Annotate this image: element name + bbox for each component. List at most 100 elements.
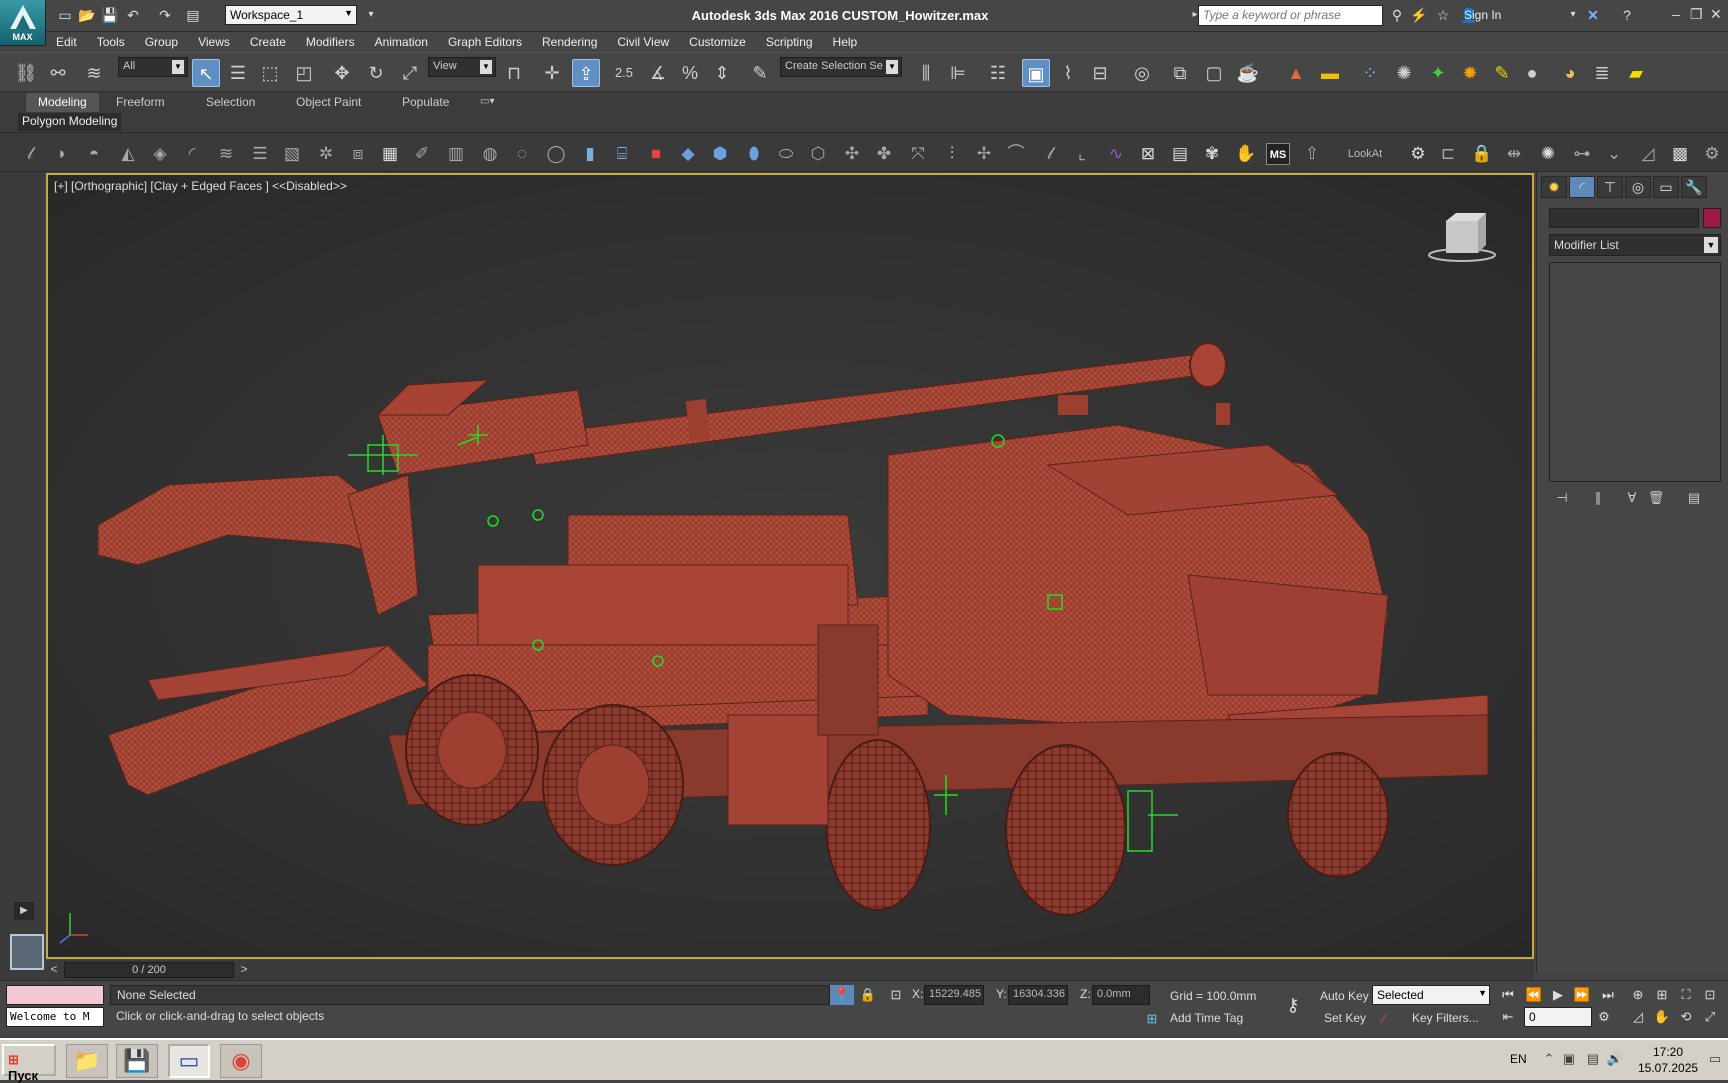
z-coordinate-field[interactable]: 0.0mm (1092, 985, 1150, 1005)
schematic-view-icon[interactable]: ⊟ (1086, 59, 1114, 87)
taskbar-explorer[interactable]: 📁 (66, 1044, 108, 1078)
minimize-icon[interactable]: – (1672, 6, 1680, 22)
tool-1-icon[interactable]: 𝓁 (18, 143, 42, 165)
material-editor-icon[interactable]: ◎ (1128, 59, 1156, 87)
y-coordinate-field[interactable]: 16304.336 (1008, 985, 1068, 1005)
align-icon[interactable]: ⊫ (944, 59, 972, 87)
favorites-star-icon[interactable]: ☆ (1434, 6, 1452, 24)
named-selection-dropdown[interactable]: Create Selection Se ▼ (780, 57, 902, 77)
hand-icon[interactable]: ✋ (1234, 143, 1258, 165)
dust-icon[interactable]: ✺ (1390, 59, 1418, 87)
auto-key-button[interactable]: Auto Key (1320, 989, 1369, 1003)
maxscript-mini-listener[interactable] (6, 985, 104, 1005)
go-to-start-icon[interactable]: ⏮ (1496, 985, 1520, 1005)
xform-icon[interactable]: ⤧ (906, 143, 930, 165)
menu-edit[interactable]: Edit (46, 32, 87, 50)
helper-point-icon[interactable]: ✦ (1424, 59, 1452, 87)
save-file-icon[interactable]: 💾 (101, 6, 119, 24)
redo-icon[interactable]: ↷ (156, 6, 174, 24)
edit-named-selection-icon[interactable]: ✎ (746, 59, 774, 87)
next-frame-icon[interactable]: ⏩ (1570, 985, 1594, 1005)
tool-7-icon[interactable]: ≋ (214, 143, 238, 165)
capsule-icon[interactable]: ▮ (578, 143, 602, 165)
disc-icon[interactable]: ⬭ (774, 143, 798, 165)
display-tab-icon[interactable]: ▭ (1653, 176, 1679, 198)
polygon-modeling-panel[interactable]: Polygon Modeling (18, 113, 122, 131)
tab-modeling[interactable]: Modeling (26, 93, 99, 112)
tool-25-icon[interactable]: ✤ (872, 143, 896, 165)
add-time-tag-icon[interactable]: ⊞ (1140, 1009, 1164, 1029)
tool-41-icon[interactable]: ⊏ (1436, 143, 1460, 165)
add-time-tag[interactable]: Add Time Tag (1170, 1011, 1243, 1025)
configure-modifier-sets-icon[interactable]: ▤ (1681, 488, 1707, 508)
reference-coordinate-dropdown[interactable]: View ▼ (428, 57, 496, 77)
tray-app-icon[interactable]: ▣ (1560, 1051, 1578, 1069)
tool-30-icon[interactable]: 𝓁 (1038, 143, 1062, 165)
select-and-link-icon[interactable]: ⛓ (12, 59, 40, 87)
open-file-icon[interactable]: 📂 (78, 6, 96, 24)
menu-civil-view[interactable]: Civil View (607, 32, 679, 50)
cube-outline-icon[interactable]: ⬡ (806, 143, 830, 165)
help-icon[interactable]: ? (1618, 6, 1636, 24)
select-and-move-icon[interactable]: ✥ (328, 59, 356, 87)
start-button[interactable]: ⊞ Пуск (2, 1044, 56, 1083)
close-icon[interactable]: ✕ (1710, 6, 1722, 23)
perspective-viewport[interactable]: [+] [Orthographic] [Clay + Edged Faces ]… (46, 173, 1534, 959)
zoom-extents-all-icon[interactable]: ⊡ (1698, 985, 1722, 1005)
graph-icon[interactable]: ⌞ (1070, 143, 1094, 165)
tool-2-icon[interactable]: ◗ (50, 143, 74, 165)
script-tool-icon[interactable]: ✎ (1488, 59, 1516, 87)
project-folder-icon[interactable]: ▤ (184, 6, 202, 24)
zoom-extents-icon[interactable]: ⛶ (1674, 985, 1698, 1005)
isolate-selection-icon[interactable]: 📍 (830, 985, 854, 1005)
mirror-icon[interactable]: ⫼ (912, 59, 940, 87)
time-slider[interactable]: 0 / 200 (64, 962, 234, 978)
arrow-up-icon[interactable]: ⇧ (1300, 143, 1324, 165)
tool-10-icon[interactable]: ✲ (314, 143, 338, 165)
viewport-layout-thumb[interactable] (10, 934, 44, 970)
selection-lock-icon[interactable]: 🔒 (856, 985, 880, 1005)
cylinder-2-icon[interactable]: ⬮ (742, 143, 766, 165)
target-icon[interactable]: ⊠ (1136, 143, 1160, 165)
search-input[interactable]: Type a keyword or phrase (1198, 5, 1383, 26)
render-setup-icon[interactable]: ⧉ (1166, 59, 1194, 87)
go-to-end-icon[interactable]: ⏭ (1596, 985, 1620, 1005)
select-and-rotate-icon[interactable]: ↻ (362, 59, 390, 87)
tool-15-icon[interactable]: ◍ (478, 143, 502, 165)
maximize-icon[interactable]: ❐ (1690, 6, 1703, 23)
tool-5-icon[interactable]: ◈ (148, 143, 172, 165)
rendered-frame-window-icon[interactable]: ▢ (1200, 59, 1228, 87)
tool-13-icon[interactable]: ✐ (410, 143, 434, 165)
field-of-view-icon[interactable]: ◿ (1626, 1007, 1650, 1027)
tool-17-icon[interactable]: ◯ (544, 143, 568, 165)
current-frame-field[interactable]: 0 (1524, 1007, 1592, 1027)
tool-9-icon[interactable]: ▧ (280, 143, 304, 165)
sphere-icon[interactable]: ● (1518, 59, 1546, 87)
maxscript-output[interactable]: Welcome to M (6, 1007, 104, 1027)
maxscript-listener-icon[interactable]: MS (1266, 143, 1290, 165)
key-mode-toggle-icon[interactable]: ⇤ (1496, 1007, 1520, 1027)
layer-manager-icon[interactable]: ☷ (984, 59, 1012, 87)
box-2-icon[interactable]: ⬢ (708, 143, 732, 165)
menu-animation[interactable]: Animation (365, 32, 438, 50)
tool-4-icon[interactable]: ◭ (116, 143, 140, 165)
viewcube[interactable] (1428, 211, 1496, 263)
tab-populate[interactable]: Populate (390, 93, 461, 112)
select-object-icon[interactable]: ↖ (192, 59, 220, 87)
pin-stack-icon[interactable]: ⊣ (1549, 488, 1575, 508)
object-name-field[interactable] (1549, 208, 1699, 228)
howitzer-model[interactable] (48, 175, 1532, 957)
sign-in-chevron-icon[interactable]: ▾ (1564, 6, 1582, 24)
window-crossing-icon[interactable]: ◰ (290, 59, 318, 87)
checker-2-icon[interactable]: ▩ (1668, 143, 1692, 165)
key-mode-dropdown[interactable]: Selected ▼ (1372, 985, 1490, 1005)
pivot-center-icon[interactable]: ⊓ (500, 59, 528, 87)
tool-3-icon[interactable]: ◓ (82, 143, 106, 165)
tab-selection[interactable]: Selection (194, 93, 267, 112)
expand-viewport-layout-icon[interactable]: ▶ (14, 902, 34, 920)
tray-expand-icon[interactable]: ⌃ (1540, 1051, 1558, 1069)
tool-16-icon[interactable]: ◌ (510, 143, 534, 165)
language-indicator[interactable]: EN (1510, 1052, 1527, 1066)
volume-icon[interactable]: 🔊 (1606, 1051, 1624, 1069)
tool-45-icon[interactable]: ⊶ (1570, 143, 1594, 165)
